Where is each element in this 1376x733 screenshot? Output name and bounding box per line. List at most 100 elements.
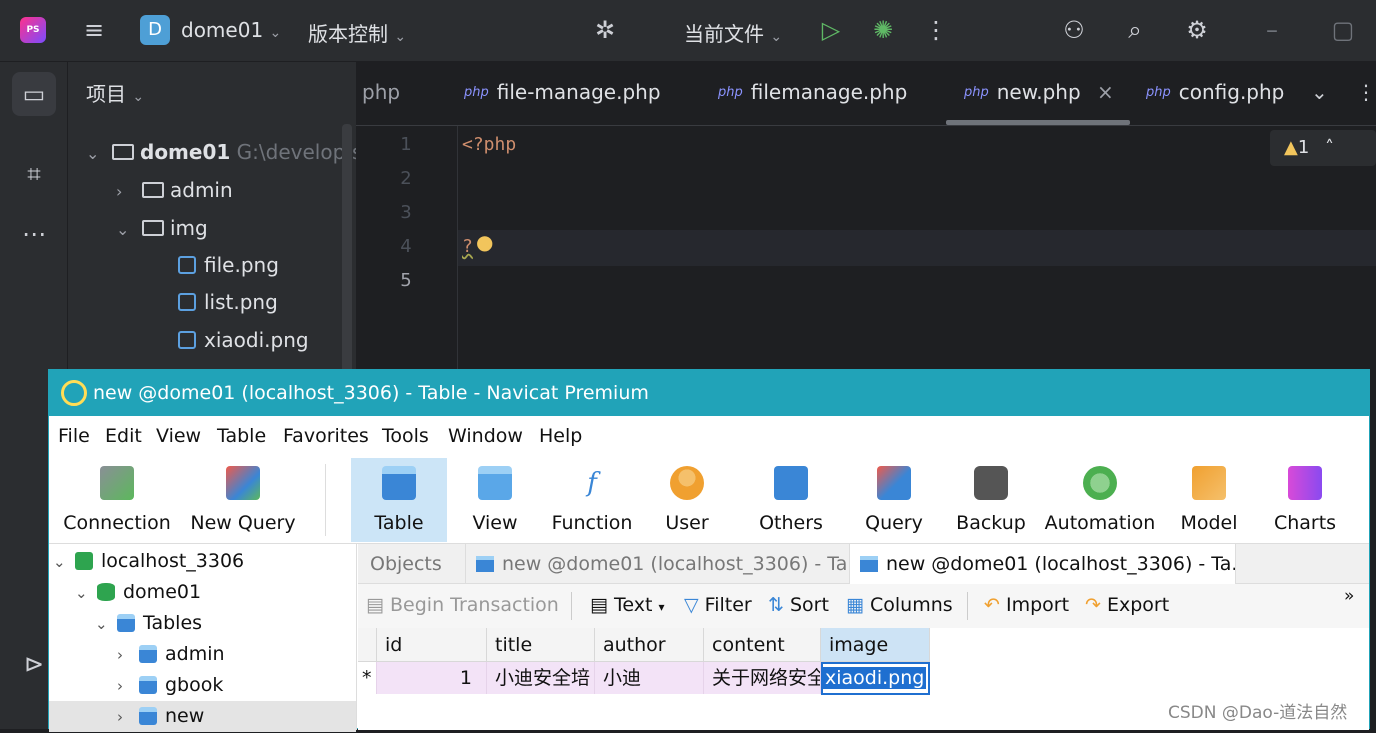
column-header-content[interactable]: content: [704, 628, 821, 662]
structure-icon[interactable]: ⌗: [12, 152, 56, 196]
chevron-right-icon: ›: [117, 708, 123, 726]
run-config-selector[interactable]: 当前文件 ⌄: [684, 18, 782, 47]
tab-table-new-1[interactable]: new @dome01 (localhost_3306) - Ta...: [466, 544, 850, 584]
table-toolbar: ▤ Begin Transaction ▤ Text ▾ ▽ Filter ⇅ …: [358, 584, 1369, 628]
menu-tools[interactable]: Tools: [382, 425, 429, 447]
connection-button[interactable]: Connection: [59, 456, 175, 544]
lightbulb-icon[interactable]: ●: [476, 230, 493, 254]
menu-favorites[interactable]: Favorites: [283, 425, 369, 447]
menu-bar: File Edit View Table Favorites Tools Win…: [49, 416, 1369, 456]
tree-item-xiaodi-png[interactable]: xiaodi.png: [178, 322, 309, 358]
more-actions-icon[interactable]: ⋮: [920, 14, 952, 46]
tab-config[interactable]: php config.php: [1146, 80, 1284, 104]
column-header-image[interactable]: image: [821, 628, 930, 662]
charts-button[interactable]: Charts: [1269, 456, 1341, 544]
backup-button[interactable]: Backup: [951, 456, 1031, 544]
model-button[interactable]: Model: [1173, 456, 1245, 544]
cell-title[interactable]: 小迪安全培: [487, 662, 595, 694]
line-number: 1: [400, 134, 412, 155]
nav-label: Tables: [143, 612, 203, 634]
menu-window[interactable]: Window: [448, 425, 523, 447]
inspection-widget[interactable]: ▲1 ˄: [1270, 130, 1376, 166]
navicat-logo-icon: [61, 380, 87, 406]
nav-tables[interactable]: ⌄ Tables: [95, 608, 202, 639]
line-number: 2: [400, 168, 412, 189]
cell-id[interactable]: 1: [377, 662, 487, 694]
menu-edit[interactable]: Edit: [105, 425, 142, 447]
action-label: Export: [1106, 594, 1170, 616]
tab-php[interactable]: php: [362, 80, 400, 104]
text-button[interactable]: ▤ Text ▾: [590, 594, 665, 616]
cell-image-editor[interactable]: xiaodi.png: [821, 662, 930, 695]
nav-database[interactable]: ⌄ dome01: [75, 577, 201, 608]
tab-objects[interactable]: Objects: [358, 544, 466, 584]
debug-icon[interactable]: ✺: [867, 14, 899, 46]
add-user-icon[interactable]: ⚇: [1058, 14, 1090, 46]
toolbar-overflow-icon[interactable]: »: [1344, 586, 1354, 606]
tab-table-new-2[interactable]: new @dome01 (localhost_3306) - Ta...: [850, 544, 1236, 584]
column-header-id[interactable]: id: [377, 628, 487, 662]
automation-icon: [1083, 466, 1117, 500]
cell-content[interactable]: 关于网络安全: [704, 662, 821, 694]
main-menu-icon[interactable]: ≡: [78, 14, 110, 46]
column-header-author[interactable]: author: [595, 628, 704, 662]
close-icon[interactable]: ×: [1097, 80, 1114, 104]
run-icon[interactable]: ▷: [815, 14, 847, 46]
maximize-icon[interactable]: ▢: [1327, 14, 1359, 46]
toolbar-separator: [325, 464, 326, 536]
table-button[interactable]: Table: [351, 456, 447, 544]
query-button[interactable]: Query: [859, 456, 929, 544]
nav-table-new[interactable]: › new: [49, 701, 356, 732]
project-badge[interactable]: D: [140, 15, 170, 45]
view-button[interactable]: View: [459, 456, 531, 544]
new-query-button[interactable]: New Query: [189, 456, 297, 544]
import-button[interactable]: ↶ Import: [984, 594, 1069, 616]
nav-table-admin[interactable]: › admin: [117, 639, 225, 670]
folder-icon[interactable]: ▭: [12, 72, 56, 116]
tab-more-icon[interactable]: ⋮: [1356, 80, 1376, 104]
sort-button[interactable]: ⇅ Sort: [768, 594, 829, 616]
code-editor[interactable]: 1 2 3 4 5 <?php ? ● ▲1 ˄: [356, 126, 1376, 376]
nav-table-gbook[interactable]: › gbook: [117, 670, 223, 701]
user-button[interactable]: User: [653, 456, 721, 544]
folder-icon: [142, 182, 164, 198]
menu-view[interactable]: View: [156, 425, 201, 447]
tab-new[interactable]: php new.php ×: [964, 80, 1114, 104]
tree-item-admin[interactable]: › admin: [116, 172, 233, 208]
others-button[interactable]: Others: [753, 456, 829, 544]
phpstorm-logo-icon[interactable]: PS: [20, 17, 46, 43]
tree-item-file-png[interactable]: file.png: [178, 247, 279, 283]
nav-connection[interactable]: ⌄ localhost_3306: [53, 546, 244, 577]
menu-file[interactable]: File: [58, 425, 90, 447]
code-with-me-icon[interactable]: ✲: [589, 14, 621, 46]
line-gutter: 1 2 3 4 5: [356, 126, 458, 376]
filter-button[interactable]: ▽ Filter: [684, 594, 752, 616]
settings-gear-icon[interactable]: ⚙: [1181, 14, 1213, 46]
column-header-title[interactable]: title: [487, 628, 595, 662]
search-icon[interactable]: ⌕: [1119, 14, 1151, 46]
automation-button[interactable]: Automation: [1043, 456, 1157, 544]
row-marker: *: [358, 662, 377, 694]
minimize-icon[interactable]: –: [1256, 14, 1288, 46]
vcs-menu[interactable]: 版本控制 ⌄: [308, 18, 406, 47]
line-number: 3: [400, 202, 412, 223]
menu-table[interactable]: Table: [217, 425, 266, 447]
tab-file-manage[interactable]: php file-manage.php: [464, 80, 661, 104]
project-panel-header[interactable]: 项目 ⌄: [86, 76, 144, 112]
tree-item-img[interactable]: ⌄ img: [116, 210, 208, 246]
cell-author[interactable]: 小迪: [595, 662, 704, 694]
tab-overflow-chevron-icon[interactable]: ⌄: [1311, 80, 1328, 104]
columns-button[interactable]: ▦ Columns: [846, 594, 953, 616]
scrollbar[interactable]: [342, 124, 352, 374]
tab-filemanage[interactable]: php filemanage.php: [718, 80, 907, 104]
text-doc-icon: ▤: [590, 594, 608, 616]
more-tools-icon[interactable]: ⋯: [12, 212, 56, 256]
export-button[interactable]: ↷ Export: [1085, 594, 1169, 616]
tree-item-dome01[interactable]: ⌄ dome01 G:\develop\s: [86, 134, 362, 170]
table-icon: [139, 645, 157, 663]
menu-help[interactable]: Help: [539, 425, 582, 447]
tree-item-list-png[interactable]: list.png: [178, 284, 278, 320]
function-button[interactable]: f Function: [545, 456, 639, 544]
project-switcher[interactable]: dome01 ⌄: [181, 18, 281, 42]
begin-transaction-button[interactable]: ▤ Begin Transaction: [366, 594, 559, 616]
